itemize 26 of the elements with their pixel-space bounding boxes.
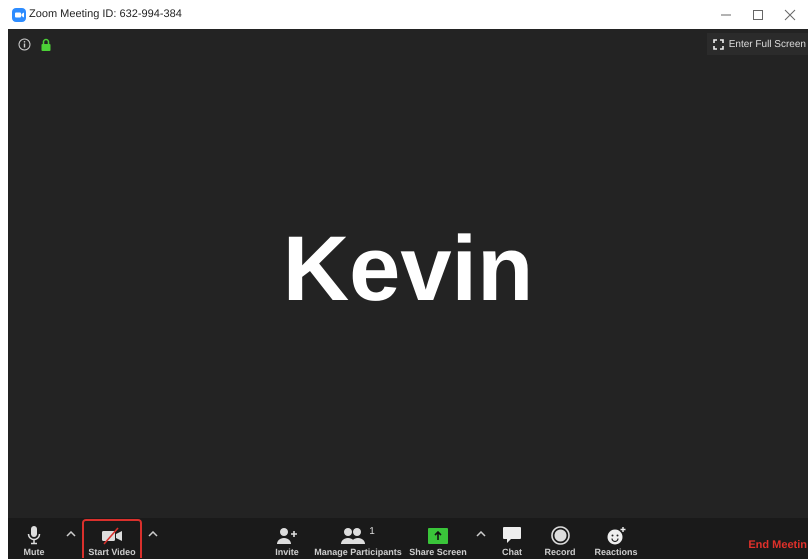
toolbar-button[interactable]: 1 Manage Participants [310, 519, 406, 558]
lock-icon[interactable] [41, 38, 51, 50]
toolbar-button[interactable]: Mute [8, 519, 60, 558]
toolbar-button[interactable]: Start Video [82, 519, 142, 558]
people-icon [341, 527, 366, 545]
close-icon[interactable] [784, 8, 796, 20]
app-logo-icon [12, 8, 26, 22]
toolbar-button[interactable]: Invite [264, 519, 310, 558]
crossed-camera-icon [101, 527, 123, 545]
toolbar-button[interactable]: Chat [492, 519, 532, 558]
smiley-plus-icon [606, 526, 626, 545]
person-plus-icon [276, 527, 298, 545]
record-icon [550, 526, 570, 545]
toolbar-button[interactable]: Share Screen [406, 519, 470, 558]
maximize-icon[interactable] [752, 8, 764, 20]
toolbar-button[interactable]: Record [532, 519, 588, 558]
end-meeting-button[interactable]: End Meetin [748, 536, 808, 554]
enter-full-screen-button[interactable]: Enter Full Screen [706, 33, 808, 55]
participant-count: 1 [369, 527, 375, 537]
info-icon[interactable] [18, 38, 31, 50]
window-title: Zoom Meeting ID: 632-994-384 [29, 7, 182, 22]
microphone-icon [27, 525, 41, 545]
full-screen-icon [712, 38, 724, 50]
speech-bubble-icon [502, 526, 522, 545]
participant-name: Kevin [282, 222, 534, 322]
toolbar-button[interactable]: Reactions [588, 519, 644, 558]
